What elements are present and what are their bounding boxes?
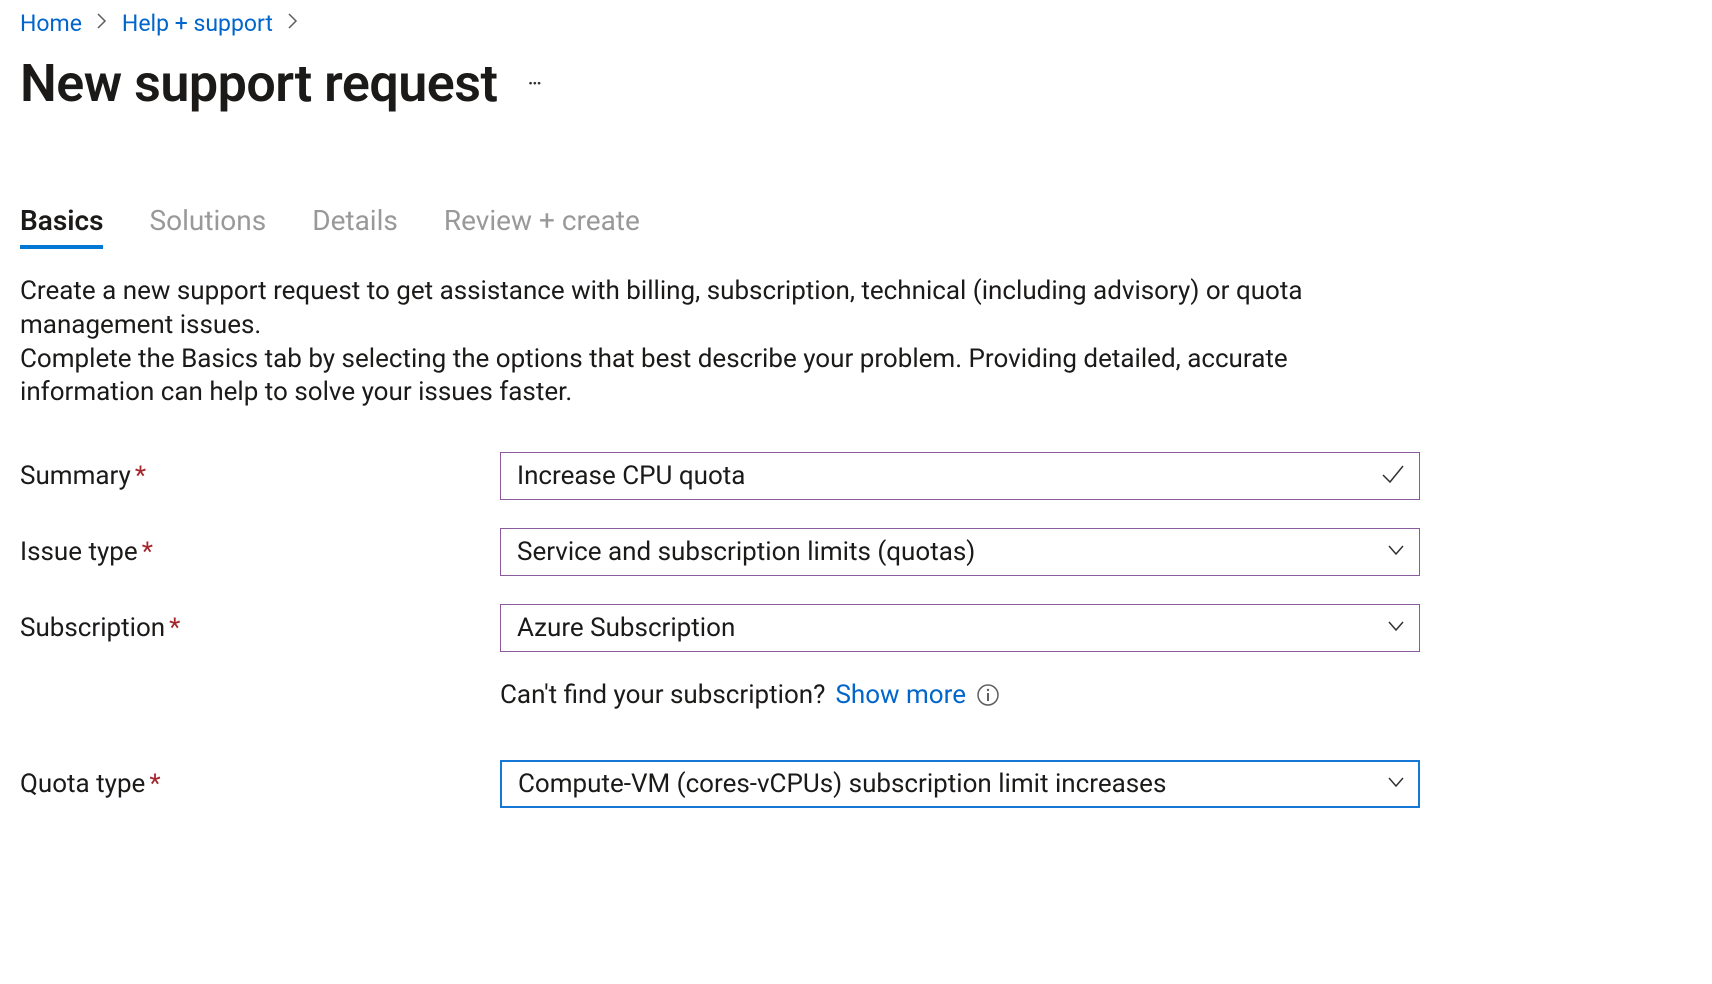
required-indicator: *	[135, 461, 146, 491]
summary-label: Summary*	[20, 461, 500, 491]
form-row-quota-type: Quota type* Compute-VM (cores-vCPUs) sub…	[20, 760, 1692, 808]
issue-type-select[interactable]: Service and subscription limits (quotas)	[500, 528, 1420, 576]
description-line1: Create a new support request to get assi…	[20, 276, 1303, 340]
subscription-hint-row: Can't find your subscription? Show more	[20, 680, 1692, 710]
breadcrumb: Home Help + support	[20, 10, 1692, 37]
show-more-link[interactable]: Show more	[835, 680, 966, 710]
subscription-hint-text: Can't find your subscription?	[500, 680, 825, 710]
page-header: New support request ···	[20, 53, 1692, 114]
summary-input[interactable]: Increase CPU quota	[500, 452, 1420, 500]
required-indicator: *	[149, 769, 160, 799]
tab-details[interactable]: Details	[312, 204, 398, 247]
form-row-summary: Summary* Increase CPU quota	[20, 452, 1692, 500]
chevron-right-icon	[96, 12, 108, 35]
description-line2: Complete the Basics tab by selecting the…	[20, 344, 1288, 408]
subscription-label: Subscription*	[20, 613, 500, 643]
quota-type-label: Quota type*	[20, 769, 500, 799]
breadcrumb-help-support[interactable]: Help + support	[122, 10, 273, 37]
subscription-select[interactable]: Azure Subscription	[500, 604, 1420, 652]
quota-type-select[interactable]: Compute-VM (cores-vCPUs) subscription li…	[500, 760, 1420, 808]
chevron-right-icon	[287, 12, 299, 35]
form-description: Create a new support request to get assi…	[20, 275, 1420, 410]
tab-review-create[interactable]: Review + create	[444, 204, 640, 247]
issue-type-label: Issue type*	[20, 537, 500, 567]
info-icon[interactable]	[976, 683, 1000, 707]
tab-solutions[interactable]: Solutions	[149, 204, 266, 247]
page-title: New support request	[20, 53, 497, 114]
more-icon[interactable]: ···	[527, 70, 540, 98]
tabs: Basics Solutions Details Review + create	[20, 204, 1692, 247]
form-row-subscription: Subscription* Azure Subscription	[20, 604, 1692, 652]
required-indicator: *	[142, 537, 153, 567]
breadcrumb-home[interactable]: Home	[20, 10, 82, 37]
form-row-issue-type: Issue type* Service and subscription lim…	[20, 528, 1692, 576]
tab-basics[interactable]: Basics	[20, 204, 103, 247]
required-indicator: *	[169, 613, 180, 643]
